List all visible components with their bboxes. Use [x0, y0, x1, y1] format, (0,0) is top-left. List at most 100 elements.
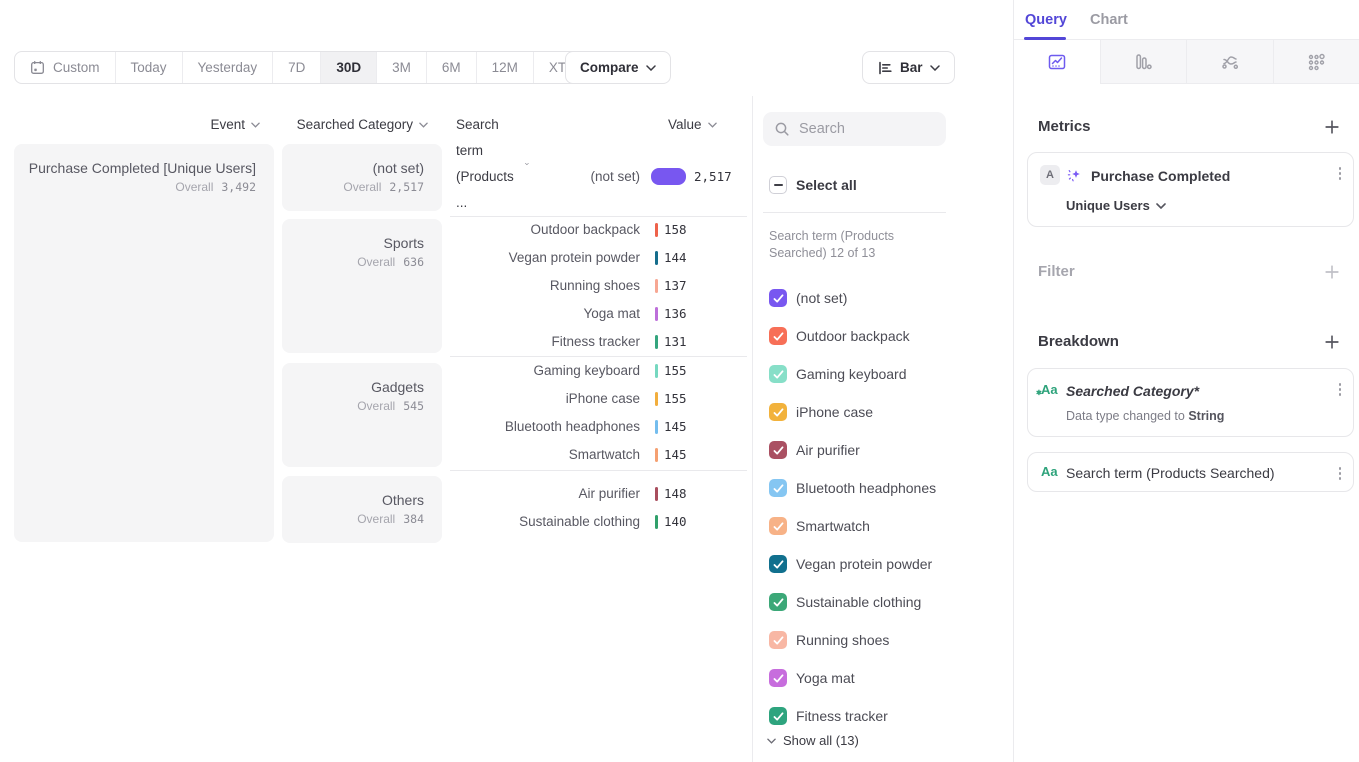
legend-item[interactable]: Vegan protein powder — [769, 545, 936, 583]
checkmark-icon — [773, 674, 784, 683]
date-today-button[interactable]: Today — [115, 52, 182, 83]
checkbox-checked[interactable] — [769, 327, 787, 345]
checkbox-checked[interactable] — [769, 555, 787, 573]
filter-section-title: Filter — [1038, 263, 1075, 280]
table-row: Fitness tracker131 — [450, 328, 750, 356]
legend-item[interactable]: Smartwatch — [769, 507, 936, 545]
analytics-app: Custom Today Yesterday 7D 30D 3M 6M 12M … — [0, 0, 1359, 762]
breakdown-property-name: Search term (Products Searched) — [1066, 453, 1275, 493]
active-tab-underline — [1024, 37, 1066, 40]
legend-item[interactable]: Sustainable clothing — [769, 583, 936, 621]
date-3m-button[interactable]: 3M — [376, 52, 426, 83]
checkbox-checked[interactable] — [769, 517, 787, 535]
event-overall: Overall3,492 — [14, 180, 256, 194]
legend-items: (not set) Outdoor backpack Gaming keyboa… — [769, 279, 936, 735]
category-cell: Others Overall384 — [282, 476, 442, 543]
legend-item[interactable]: Outdoor backpack — [769, 317, 936, 355]
date-7d-button[interactable]: 7D — [272, 52, 320, 83]
date-yesterday-button[interactable]: Yesterday — [182, 52, 273, 83]
calendar-icon — [30, 60, 45, 75]
tab-query[interactable]: Query — [1025, 0, 1067, 40]
tab-insights[interactable] — [1014, 40, 1100, 84]
legend-item[interactable]: Running shoes — [769, 621, 936, 659]
metric-menu-button[interactable] — [1339, 167, 1342, 180]
term-rows-group: (not set) 2,517 — [450, 163, 750, 191]
column-header-searched-category[interactable]: Searched Category — [282, 112, 428, 138]
show-all-toggle[interactable]: Show all (13) — [767, 733, 859, 748]
legend-item[interactable]: iPhone case — [769, 393, 936, 431]
plus-icon — [1325, 335, 1339, 349]
legend-search — [763, 112, 946, 146]
event-name: Purchase Completed [Unique Users] — [14, 160, 256, 176]
tab-retention[interactable] — [1273, 40, 1359, 84]
table-row: Bluetooth headphones145 — [450, 413, 750, 441]
group-divider — [450, 470, 747, 471]
legend-item[interactable]: Yoga mat — [769, 659, 936, 697]
checkbox-checked[interactable] — [769, 707, 787, 725]
date-30d-button[interactable]: 30D — [320, 52, 376, 83]
breakdown-card-searched-category[interactable]: Aa✱ Searched Category* Data type changed… — [1027, 368, 1354, 437]
plus-icon — [1325, 265, 1339, 279]
tab-flows[interactable] — [1186, 40, 1273, 84]
table-row: Running shoes137 — [450, 272, 750, 300]
checkbox-checked[interactable] — [769, 441, 787, 459]
legend-item[interactable]: (not set) — [769, 279, 936, 317]
group-divider — [450, 356, 747, 357]
table-row: (not set) 2,517 — [450, 163, 750, 191]
select-all-checkbox[interactable] — [769, 176, 787, 194]
event-cell: Purchase Completed [Unique Users] Overal… — [14, 144, 274, 542]
add-breakdown-button[interactable] — [1325, 335, 1339, 349]
date-custom-button[interactable]: Custom — [15, 52, 115, 83]
checkbox-checked[interactable] — [769, 365, 787, 383]
column-header-event[interactable]: Event — [14, 112, 260, 138]
breakdown-card-search-term[interactable]: Aa Search term (Products Searched) — [1027, 452, 1354, 492]
chevron-down-icon — [419, 122, 428, 128]
chevron-down-icon — [708, 122, 717, 128]
breakdown-note: Data type changed to String — [1066, 409, 1224, 423]
column-header-value[interactable]: Value — [668, 112, 717, 138]
legend-item[interactable]: Bluetooth headphones — [769, 469, 936, 507]
date-6m-button[interactable]: 6M — [426, 52, 476, 83]
checkbox-checked[interactable] — [769, 631, 787, 649]
value-bar — [655, 279, 658, 293]
date-12m-button[interactable]: 12M — [476, 52, 533, 83]
checkbox-checked[interactable] — [769, 479, 787, 497]
legend-item[interactable]: Air purifier — [769, 431, 936, 469]
event-sparkle-icon — [1066, 167, 1082, 183]
flows-icon — [1219, 51, 1241, 73]
search-input[interactable] — [799, 121, 929, 137]
tab-funnels[interactable] — [1100, 40, 1187, 84]
funnel-bars-icon — [1132, 51, 1154, 73]
checkbox-checked[interactable] — [769, 403, 787, 421]
checkmark-icon — [773, 332, 784, 341]
value-bar — [655, 307, 658, 321]
breakdown-menu-button[interactable] — [1339, 383, 1342, 396]
select-all-row[interactable]: Select all — [769, 176, 857, 194]
metric-event-name: Purchase Completed — [1091, 166, 1230, 186]
tab-chart[interactable]: Chart — [1090, 0, 1128, 40]
date-range-control: Custom Today Yesterday 7D 30D 3M 6M 12M … — [14, 51, 610, 84]
add-metric-button[interactable] — [1325, 120, 1339, 134]
checkbox-checked[interactable] — [769, 593, 787, 611]
checkmark-icon — [773, 446, 784, 455]
checkmark-icon — [773, 560, 784, 569]
category-cell: Gadgets Overall545 — [282, 363, 442, 467]
modified-asterisk-icon: ✱ — [1036, 386, 1042, 402]
legend-item[interactable]: Fitness tracker — [769, 697, 936, 735]
legend-item[interactable]: Gaming keyboard — [769, 355, 936, 393]
query-panel: Query Chart Metrics A — [1013, 0, 1359, 762]
checkbox-checked[interactable] — [769, 669, 787, 687]
checkmark-icon — [773, 636, 784, 645]
compare-button[interactable]: Compare — [565, 51, 671, 84]
measure-dropdown[interactable]: Unique Users — [1066, 198, 1166, 213]
metric-card[interactable]: A Purchase Completed Unique Users — [1027, 152, 1354, 227]
checkbox-checked[interactable] — [769, 289, 787, 307]
table-row: Yoga mat136 — [450, 300, 750, 328]
add-filter-button[interactable] — [1325, 265, 1339, 279]
term-rows-group: Gaming keyboard155 iPhone case155 Blueto… — [450, 357, 750, 469]
value-bar — [655, 251, 658, 265]
breakdown-menu-button[interactable] — [1339, 467, 1342, 480]
category-cell: Sports Overall636 — [282, 219, 442, 353]
table-row: Outdoor backpack158 — [450, 216, 750, 244]
category-cell: (not set) Overall2,517 — [282, 144, 442, 211]
